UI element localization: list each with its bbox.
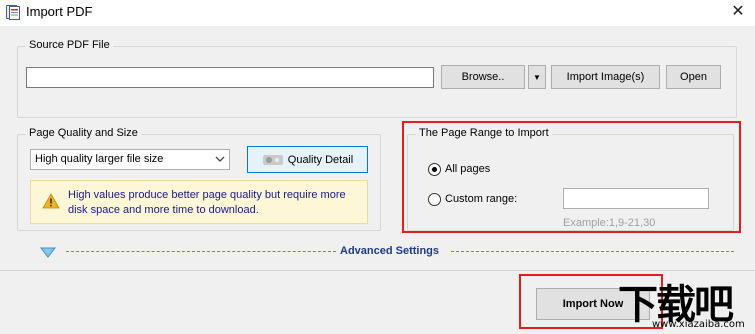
quality-detail-button[interactable]: Quality Detail: [247, 146, 368, 173]
triangle-down-icon[interactable]: [40, 246, 56, 258]
advanced-divider-right: [451, 251, 734, 252]
advanced-settings-label[interactable]: Advanced Settings: [340, 245, 439, 257]
close-button[interactable]: ✕: [727, 2, 749, 22]
chevron-down-icon: [215, 156, 225, 162]
chevron-down-icon: ▼: [533, 72, 541, 82]
warning-icon: [42, 193, 60, 209]
gear-icon: [262, 154, 283, 165]
quality-select[interactable]: High quality larger file size: [30, 149, 230, 170]
quality-info-box: High values produce better page quality …: [30, 180, 368, 224]
watermark-sub-text: www.xiazaiba.com: [652, 319, 745, 330]
close-icon: ✕: [731, 3, 745, 20]
open-button[interactable]: Open: [666, 65, 721, 89]
window-title: Import PDF: [26, 4, 93, 19]
watermark-logo: 下载吧 www.xiazaiba.com: [616, 272, 752, 334]
footer-divider: [0, 270, 755, 271]
quality-detail-label: Quality Detail: [287, 153, 354, 166]
import-images-button[interactable]: Import Image(s): [551, 65, 660, 89]
pdf-document-icon: [6, 5, 20, 20]
quality-select-value: High quality larger file size: [35, 153, 164, 165]
advanced-divider-left: [66, 251, 336, 252]
browse-dropdown-button[interactable]: ▼: [528, 65, 546, 89]
title-bar: Import PDF ✕: [0, 0, 755, 26]
source-path-input[interactable]: [26, 67, 434, 88]
page-quality-group-label: Page Quality and Size: [26, 127, 141, 139]
browse-button[interactable]: Browse..: [441, 65, 525, 89]
quality-info-text: High values produce better page quality …: [68, 189, 346, 216]
source-pdf-group-label: Source PDF File: [26, 39, 113, 51]
page-range-highlight: [402, 121, 741, 233]
